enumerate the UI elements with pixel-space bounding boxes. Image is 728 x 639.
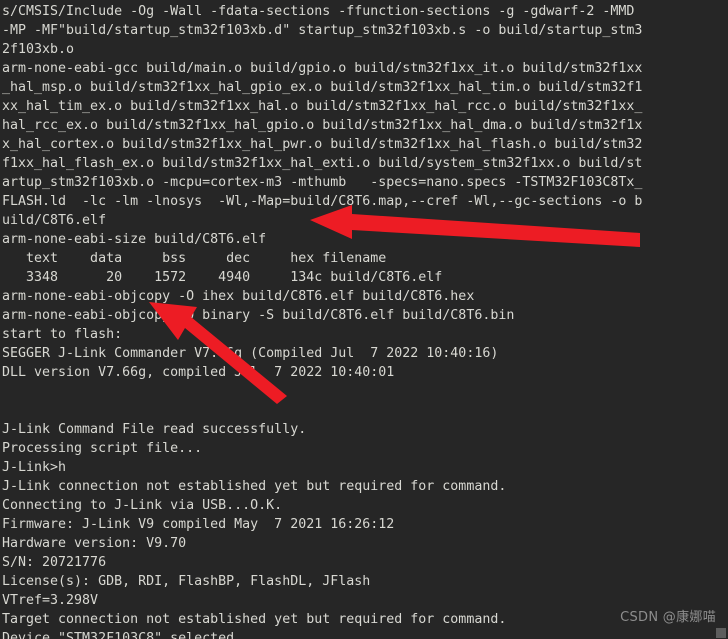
terminal-line: Device "STM32F103C8" selected.	[2, 631, 243, 639]
terminal-line: DLL version V7.66g, compiled Jul 7 2022 …	[2, 365, 395, 380]
csdn-watermark: CSDN @康娜喵	[620, 610, 716, 625]
terminal-line: x_hal_cortex.o build/stm32f1xx_hal_pwr.o…	[2, 137, 643, 152]
terminal-line: License(s): GDB, RDI, FlashBP, FlashDL, …	[2, 574, 371, 589]
terminal-line: Hardware version: V9.70	[2, 536, 187, 551]
terminal-line: J-Link>h	[2, 460, 67, 475]
terminal-line: s/CMSIS/Include -Og -Wall -fdata-section…	[2, 4, 635, 19]
terminal-line: _hal_msp.o build/stm32f1xx_hal_gpio_ex.o…	[2, 80, 643, 95]
terminal-line: Target connection not established yet bu…	[2, 612, 507, 627]
terminal-line: artup_stm32f103xb.o -mcpu=cortex-m3 -mth…	[2, 175, 643, 190]
resize-grip[interactable]	[716, 628, 726, 638]
terminal-line: arm-none-eabi-size build/C8T6.elf	[2, 232, 267, 247]
terminal-line: arm-none-eabi-objcopy -O ihex build/C8T6…	[2, 289, 475, 304]
terminal-line: xx_hal_tim_ex.o build/stm32f1xx_hal.o bu…	[2, 99, 643, 114]
terminal-line: start to flash:	[2, 327, 123, 342]
terminal-line: SEGGER J-Link Commander V7.66g (Compiled…	[2, 346, 499, 361]
terminal-line: arm-none-eabi-objcopy -O binary -S build…	[2, 308, 515, 323]
terminal-line: arm-none-eabi-gcc build/main.o build/gpi…	[2, 61, 643, 76]
terminal-line: J-Link Command File read successfully.	[2, 422, 307, 437]
terminal-line: S/N: 20721776	[2, 555, 107, 570]
terminal-line: 3348 20 1572 4940 134c build/C8T6.elf	[2, 270, 443, 285]
terminal-line: f1xx_hal_flash_ex.o build/stm32f1xx_hal_…	[2, 156, 643, 171]
terminal-line: hal_rcc_ex.o build/stm32f1xx_hal_gpio.o …	[2, 118, 643, 133]
terminal-line: -MP -MF"build/startup_stm32f103xb.d" sta…	[2, 23, 643, 38]
terminal-line: J-Link connection not established yet bu…	[2, 479, 507, 494]
terminal-output[interactable]: s/CMSIS/Include -Og -Wall -fdata-section…	[0, 0, 728, 639]
terminal-line: Firmware: J-Link V9 compiled May 7 2021 …	[2, 517, 395, 532]
terminal-line: Processing script file...	[2, 441, 203, 456]
terminal-line: FLASH.ld -lc -lm -lnosys -Wl,-Map=build/…	[2, 194, 643, 209]
terminal-line: text data bss dec hex filename	[2, 251, 387, 266]
terminal-line: uild/C8T6.elf	[2, 213, 107, 228]
terminal-line: VTref=3.298V	[2, 593, 99, 608]
terminal-window: s/CMSIS/Include -Og -Wall -fdata-section…	[0, 0, 728, 639]
terminal-line: 2f103xb.o	[2, 42, 75, 57]
terminal-line: Connecting to J-Link via USB...O.K.	[2, 498, 283, 513]
